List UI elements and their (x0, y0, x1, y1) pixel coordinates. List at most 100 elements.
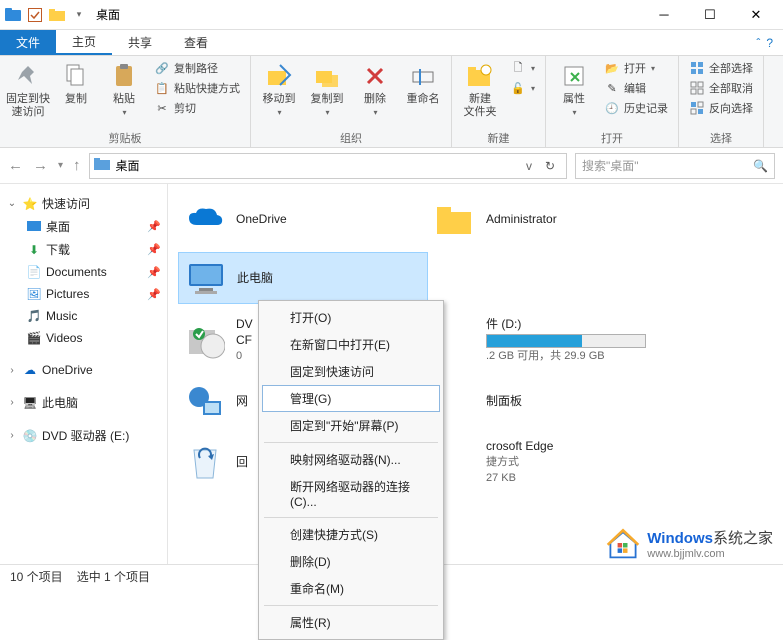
invert-button[interactable]: 反向选择 (685, 99, 757, 117)
documents-icon: 📄 (26, 264, 42, 280)
pin-icon (13, 61, 43, 91)
close-button[interactable]: ✕ (733, 0, 779, 30)
sidebar-item-downloads[interactable]: ⬇下载📌 (4, 238, 163, 261)
shortcut-icon: 📋 (154, 80, 170, 96)
cloud-icon (184, 198, 226, 240)
ctx-separator (264, 605, 438, 606)
ctx-delete[interactable]: 删除(D) (262, 548, 440, 575)
network-icon (184, 380, 226, 422)
item-onedrive[interactable]: OneDrive (178, 194, 428, 244)
folder-icon (94, 156, 110, 175)
minimize-button[interactable]: ─ (641, 0, 687, 30)
chevron-down-icon: ▾ (531, 84, 535, 93)
access-icon: 🔓 (510, 80, 526, 96)
ctx-open[interactable]: 打开(O) (262, 304, 440, 331)
back-button[interactable]: ← (8, 157, 23, 174)
refresh-button[interactable]: ↻ (538, 159, 562, 173)
sidebar-quickaccess[interactable]: ⌄⭐快速访问 (4, 192, 163, 215)
pin-icon: 📌 (147, 220, 161, 233)
ctx-properties[interactable]: 属性(R) (262, 609, 440, 636)
folder-small-icon (48, 6, 66, 24)
cut-button[interactable]: ✂剪切 (150, 99, 244, 117)
folder-icon (434, 198, 476, 240)
ctx-create-shortcut[interactable]: 创建快捷方式(S) (262, 521, 440, 548)
copy-icon (61, 61, 91, 91)
ctx-map-drive[interactable]: 映射网络驱动器(N)... (262, 446, 440, 473)
pin-icon: 📌 (147, 243, 161, 256)
paste-button[interactable]: 粘贴 ▾ (102, 59, 146, 129)
item-ctrlpanel[interactable]: 制面板 (428, 376, 678, 426)
chevron-down-icon: ▾ (325, 108, 329, 117)
paste-icon (109, 61, 139, 91)
new-item-button[interactable]: 🗋▾ (506, 59, 539, 77)
chevron-down-icon: ▾ (651, 64, 655, 73)
rename-button[interactable]: 重命名 (401, 59, 445, 129)
tab-home[interactable]: 主页 (56, 30, 112, 55)
dropdown-icon[interactable]: ▾ (70, 6, 88, 24)
ctx-pin-start[interactable]: 固定到"开始"屏幕(P) (262, 412, 440, 439)
invert-icon (689, 100, 705, 116)
moveto-button[interactable]: 移动到▾ (257, 59, 301, 129)
sidebar-onedrive[interactable]: ›☁OneDrive (4, 359, 163, 381)
sidebar-item-documents[interactable]: 📄Documents📌 (4, 261, 163, 283)
history-button[interactable]: 🕘历史记录 (600, 99, 672, 117)
ctx-disconnect-drive[interactable]: 断开网络驱动器的连接(C)... (262, 473, 440, 514)
sidebar-item-pictures[interactable]: 🖼Pictures📌 (4, 283, 163, 305)
sidebar-item-desktop[interactable]: 桌面📌 (4, 215, 163, 238)
sidebar-item-music[interactable]: 🎵Music (4, 305, 163, 327)
edit-button[interactable]: ✎编辑 (600, 79, 672, 97)
newfolder-icon (465, 61, 495, 91)
item-edge[interactable]: crosoft Edge捷方式27 KB (428, 434, 678, 490)
ctx-manage[interactable]: 管理(G) (262, 385, 440, 412)
open-button[interactable]: 📂打开▾ (600, 59, 672, 77)
forward-button[interactable]: → (33, 157, 48, 174)
maximize-button[interactable]: ☐ (687, 0, 733, 30)
chevron-down-icon: ▾ (373, 108, 377, 117)
scissors-icon: ✂ (154, 100, 170, 116)
properties-button[interactable]: 属性▾ (552, 59, 596, 129)
desktop-icon (26, 219, 42, 235)
copyto-button[interactable]: 复制到▾ (305, 59, 349, 129)
sidebar-thispc[interactable]: ›🖥此电脑 (4, 391, 163, 414)
paste-shortcut-button[interactable]: 📋粘贴快捷方式 (150, 79, 244, 97)
ctx-pin-quickaccess[interactable]: 固定到快速访问 (262, 358, 440, 385)
recent-dropdown[interactable]: ▾ (58, 160, 63, 171)
watermark-text: Windows系统之家 (647, 527, 773, 548)
videos-icon: 🎬 (26, 330, 42, 346)
address-dropdown[interactable]: v (526, 159, 532, 173)
pin-quickaccess-button[interactable]: 固定到快 速访问 (6, 59, 50, 129)
address-location: 桌面 (116, 157, 140, 174)
delete-button[interactable]: 删除▾ (353, 59, 397, 129)
search-icon[interactable]: 🔍 (753, 159, 768, 173)
group-open-label: 打开 (552, 129, 672, 146)
tab-file[interactable]: 文件 (0, 30, 56, 55)
address-bar[interactable]: 桌面 v ↻ (89, 153, 567, 179)
computer-icon (185, 257, 227, 299)
moveto-icon (264, 61, 294, 91)
newfolder-button[interactable]: 新建 文件夹 (458, 59, 502, 129)
dvd-icon (184, 319, 226, 361)
checkbox-icon[interactable] (26, 6, 44, 24)
selectall-button[interactable]: 全部选择 (685, 59, 757, 77)
ctx-open-new-window[interactable]: 在新窗口中打开(E) (262, 331, 440, 358)
search-input[interactable] (582, 159, 753, 173)
copy-button[interactable]: 复制 (54, 59, 98, 129)
ribbon-help-button[interactable]: ˆ ? (746, 30, 783, 55)
sidebar-dvd[interactable]: ›💿DVD 驱动器 (E:) (4, 424, 163, 447)
up-button[interactable]: ↑ (73, 157, 81, 174)
sidebar-item-videos[interactable]: 🎬Videos (4, 327, 163, 349)
tab-view[interactable]: 查看 (168, 30, 224, 55)
item-administrator[interactable]: Administrator (428, 194, 678, 244)
copy-path-button[interactable]: 🔗复制路径 (150, 59, 244, 77)
tab-share[interactable]: 共享 (112, 30, 168, 55)
item-d-drive[interactable]: 件 (D:).2 GB 可用，共 29.9 GB (428, 312, 678, 368)
search-box[interactable]: 🔍 (575, 153, 775, 179)
status-selected: 选中 1 个项目 (77, 568, 150, 585)
item-thispc[interactable]: 此电脑 (178, 252, 428, 304)
selectnone-icon (689, 80, 705, 96)
ribbon-tabs: 文件 主页 共享 查看 ˆ ? (0, 30, 783, 56)
selectnone-button[interactable]: 全部取消 (685, 79, 757, 97)
easy-access-button[interactable]: 🔓▾ (506, 79, 539, 97)
chevron-down-icon: ▾ (122, 108, 126, 117)
watermark: Windows系统之家 www.bjjmlv.com (605, 525, 773, 561)
